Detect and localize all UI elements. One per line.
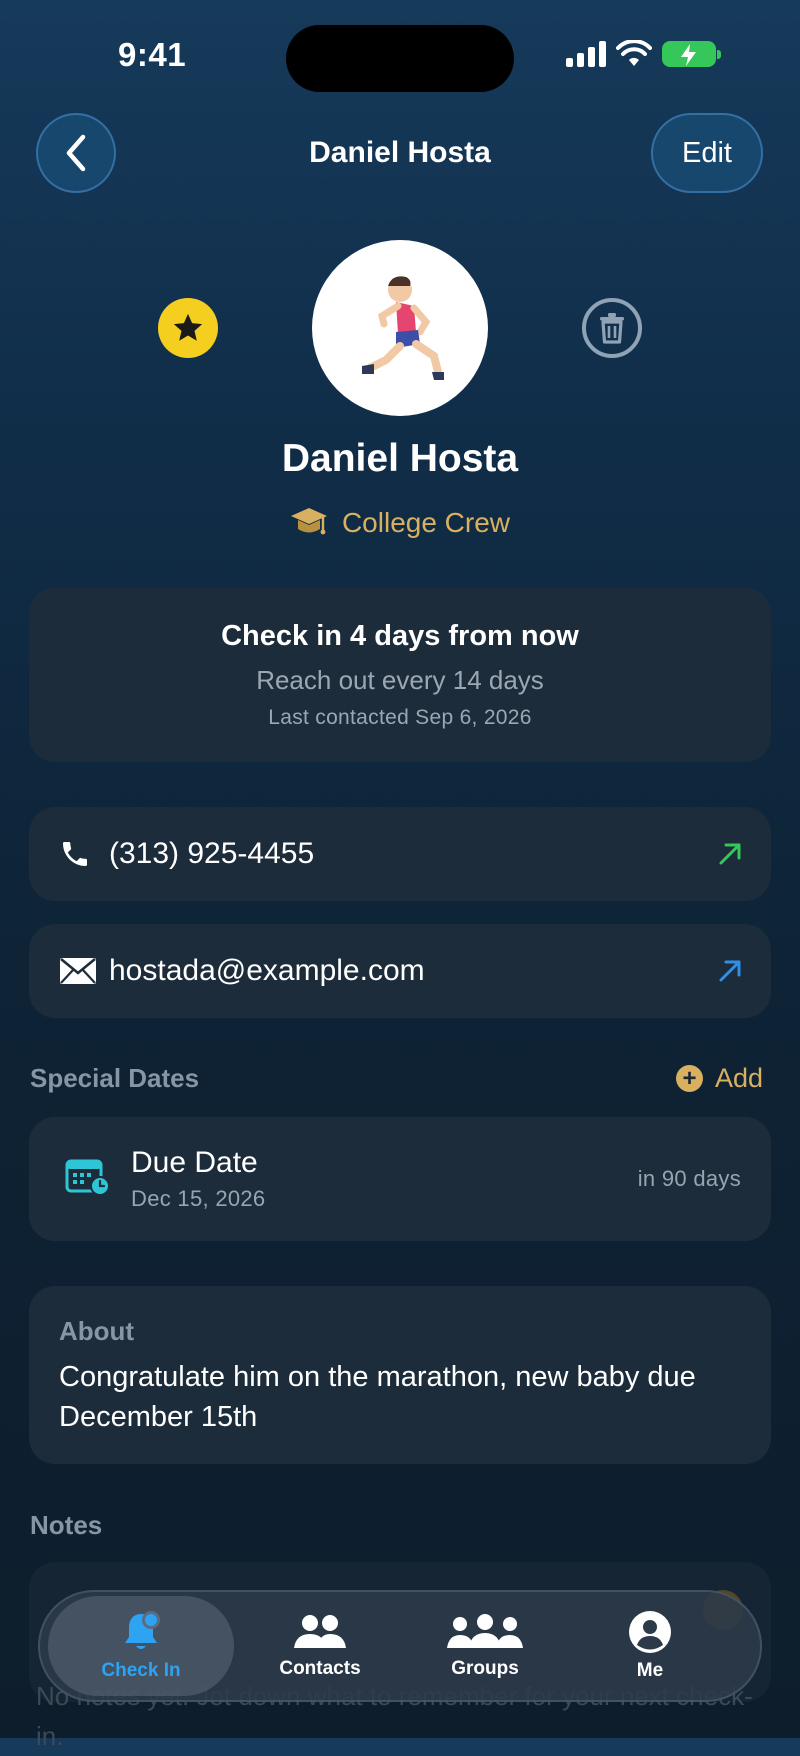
about-text: Congratulate him on the marathon, new ba… (59, 1361, 696, 1433)
checkin-card: Check in 4 days from now Reach out every… (29, 588, 771, 762)
group-name: College Crew (341, 507, 511, 538)
wifi-icon (616, 40, 652, 66)
phone-number: (313) 925-4455 (109, 837, 315, 870)
favorite-button[interactable] (158, 298, 218, 358)
email-row[interactable]: hostada@example.com (29, 924, 771, 1018)
tab-check-in[interactable]: Check In (48, 1596, 234, 1696)
tab-bar: Check In Contacts Groups Me (38, 1590, 762, 1702)
signal-icon (566, 41, 606, 67)
delete-button[interactable] (582, 298, 642, 358)
avatar (312, 240, 488, 416)
contact-name: Daniel Hosta (281, 437, 519, 480)
battery-icon (662, 41, 721, 67)
people-icon (294, 1615, 346, 1648)
tab-label: Check In (101, 1660, 181, 1681)
add-label: Add (715, 1063, 764, 1093)
tab-me[interactable]: Me (580, 1592, 720, 1700)
about-label: About (59, 1316, 135, 1346)
special-date-countdown: in 90 days (637, 1166, 741, 1191)
tab-label: Me (636, 1660, 664, 1681)
plus-circle-icon: + (676, 1065, 703, 1092)
person-circle-icon (629, 1611, 671, 1653)
group-people-icon (447, 1614, 523, 1648)
about-card[interactable]: About Congratulate him on the marathon, … (29, 1286, 771, 1464)
dynamic-island (286, 25, 514, 92)
special-dates-label: Special Dates (30, 1063, 200, 1093)
tab-contacts[interactable]: Contacts (250, 1592, 390, 1700)
call-arrow-icon[interactable] (717, 841, 743, 867)
runner-icon (362, 276, 444, 380)
checkin-frequency: Reach out every 14 days (256, 665, 544, 695)
checkin-title: Check in 4 days from now (221, 620, 579, 652)
bell-badge-icon (125, 1611, 160, 1649)
trash-icon (600, 313, 624, 344)
star-icon (173, 313, 203, 341)
back-button[interactable] (36, 113, 116, 193)
status-time: 9:41 (118, 36, 187, 73)
last-contacted: Last contacted Sep 6, 2026 (268, 706, 532, 729)
calendar-clock-icon (65, 1159, 110, 1196)
tab-label: Groups (451, 1658, 519, 1679)
special-date-title: Due Date (131, 1146, 258, 1179)
edit-button[interactable]: Edit (651, 113, 763, 193)
special-date-row[interactable]: Due Date Dec 15, 2026 in 90 days (29, 1117, 771, 1241)
group-tag[interactable]: College Crew (150, 505, 650, 541)
special-date-date: Dec 15, 2026 (131, 1186, 266, 1211)
phone-row[interactable]: (313) 925-4455 (29, 807, 771, 901)
tab-label: Contacts (279, 1658, 361, 1679)
add-special-date-button[interactable]: + Add (676, 1063, 763, 1094)
status-icons (566, 40, 721, 68)
tab-groups[interactable]: Groups (410, 1592, 560, 1700)
page-title: Daniel Hosta (309, 136, 491, 169)
phone-icon (63, 842, 87, 866)
envelope-icon (60, 957, 96, 984)
email-address: hostada@example.com (109, 954, 425, 987)
notes-label: Notes (30, 1510, 103, 1540)
graduation-cap-icon (290, 508, 327, 535)
chevron-left-icon (66, 134, 86, 172)
email-arrow-icon[interactable] (717, 958, 743, 984)
